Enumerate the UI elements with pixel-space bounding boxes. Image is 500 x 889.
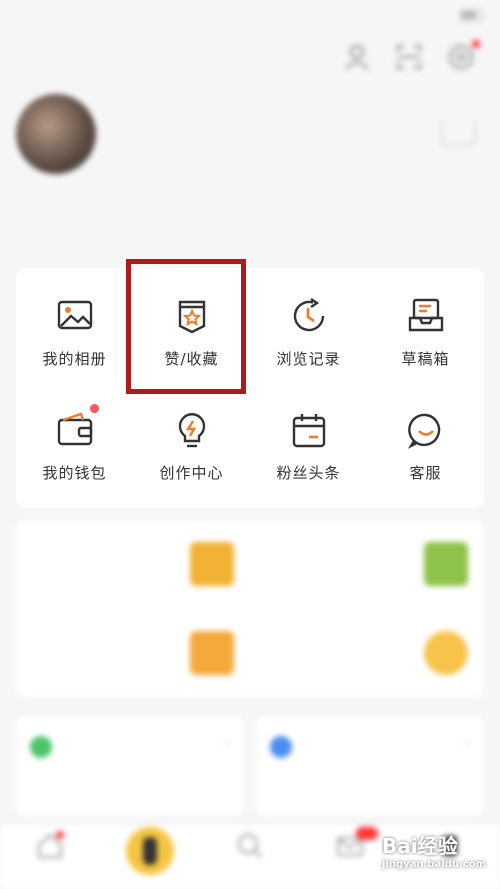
grid-item-label: 浏览记录 [276, 350, 341, 368]
promo-image [190, 631, 234, 675]
user-icon[interactable] [342, 42, 372, 72]
grid-item-customer-service[interactable]: 客服 [367, 410, 484, 483]
search-icon [235, 831, 265, 861]
status-bar [0, 0, 500, 32]
chevron-right-icon: › [464, 736, 470, 752]
leaf-icon [30, 736, 52, 758]
history-clock-icon [289, 296, 329, 336]
top-toolbar [342, 40, 480, 72]
promo-card [16, 520, 484, 698]
grid-item-label: 客服 [409, 464, 442, 482]
notification-dot [472, 40, 480, 48]
crown-icon [440, 122, 476, 146]
message-badge [356, 827, 378, 840]
grid-item-label: 粉丝头条 [276, 464, 341, 482]
avatar[interactable] [16, 94, 96, 174]
scan-icon[interactable] [394, 42, 424, 72]
info-card-right[interactable]: › [256, 716, 484, 816]
vip-entry[interactable] [440, 122, 476, 146]
grid-item-favorites[interactable]: 赞/收藏 [133, 296, 250, 369]
chat-bubble-icon [406, 410, 446, 450]
grid-item-drafts[interactable]: 草稿箱 [367, 296, 484, 369]
bookmark-star-icon [172, 296, 212, 336]
center-logo-icon [126, 827, 174, 875]
watermark: Bai经验 jingyan.baidu.com [382, 834, 486, 870]
promo-item[interactable] [16, 609, 250, 698]
shield-icon [270, 736, 292, 758]
feature-grid: 我的相册 赞/收藏 浏览记录 草稿箱 我的钱包 创作中心 粉丝头条 客服 [16, 268, 484, 508]
grid-item-creator-center[interactable]: 创作中心 [133, 410, 250, 483]
tab-search[interactable] [200, 825, 300, 889]
settings-icon[interactable] [446, 40, 480, 72]
notification-dot [89, 404, 99, 413]
info-card-left[interactable]: › [16, 716, 244, 816]
promo-item[interactable] [250, 520, 484, 609]
notification-dot [56, 831, 64, 839]
draft-box-icon [406, 296, 446, 336]
grid-item-label: 赞/收藏 [164, 350, 219, 368]
promo-image [424, 542, 468, 586]
grid-item-history[interactable]: 浏览记录 [250, 296, 367, 369]
tab-home[interactable] [0, 825, 100, 889]
grid-item-wallet[interactable]: 我的钱包 [16, 404, 133, 483]
grid-item-album[interactable]: 我的相册 [16, 296, 133, 369]
grid-item-label: 我的相册 [42, 350, 107, 368]
grid-item-label: 草稿箱 [401, 350, 450, 368]
promo-item[interactable] [16, 520, 250, 609]
promo-image [190, 542, 234, 586]
calendar-icon [289, 410, 329, 450]
tab-center[interactable] [100, 825, 200, 889]
chevron-right-icon: › [224, 736, 230, 752]
grid-item-label: 创作中心 [159, 464, 224, 482]
promo-item[interactable] [250, 609, 484, 698]
profile-header[interactable] [16, 94, 486, 184]
grid-item-label: 我的钱包 [42, 464, 107, 482]
lightbulb-icon [172, 410, 212, 450]
stats-row [0, 198, 500, 242]
wallet-icon [55, 404, 99, 450]
battery-icon [460, 10, 482, 21]
photo-album-icon [55, 296, 95, 336]
promo-image [424, 631, 468, 675]
grid-item-fan-headlines[interactable]: 粉丝头条 [250, 410, 367, 483]
